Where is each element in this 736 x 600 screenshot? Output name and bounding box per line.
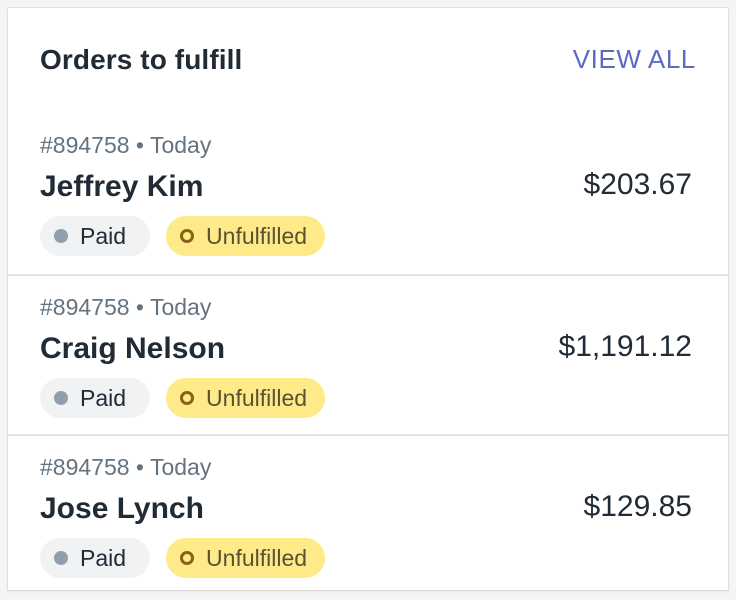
fulfillment-status-label: Unfulfilled bbox=[206, 222, 308, 249]
payment-status-label: Paid bbox=[80, 222, 127, 249]
customer-name[interactable]: Jeffrey Kim bbox=[40, 170, 203, 204]
customer-name[interactable]: Craig Nelson bbox=[40, 332, 225, 366]
status-badges: Paid Unfulfilled bbox=[40, 538, 326, 578]
status-badges: Paid Unfulfilled bbox=[40, 216, 326, 256]
status-dot-icon bbox=[54, 391, 68, 405]
order-row[interactable]: #894758 • Today Jeffrey Kim $203.67 Paid… bbox=[8, 114, 728, 274]
fulfillment-status-badge: Unfulfilled bbox=[166, 538, 326, 578]
status-dot-icon bbox=[54, 229, 68, 243]
order-meta: #894758 • Today bbox=[40, 132, 212, 158]
status-dot-icon bbox=[54, 551, 68, 565]
fulfillment-status-badge: Unfulfilled bbox=[166, 378, 326, 418]
order-row[interactable]: #894758 • Today Jose Lynch $129.85 Paid … bbox=[8, 434, 728, 594]
fulfillment-status-label: Unfulfilled bbox=[206, 384, 308, 411]
order-meta: #894758 • Today bbox=[40, 294, 212, 320]
status-badges: Paid Unfulfilled bbox=[40, 378, 326, 418]
incomplete-circle-icon bbox=[180, 391, 195, 405]
payment-status-badge: Paid bbox=[40, 216, 151, 256]
payment-status-badge: Paid bbox=[40, 378, 151, 418]
card-header: Orders to fulfill VIEW ALL bbox=[8, 8, 728, 114]
card-title: Orders to fulfill bbox=[40, 44, 243, 75]
payment-status-badge: Paid bbox=[40, 538, 151, 578]
view-all-link[interactable]: VIEW ALL bbox=[573, 44, 696, 75]
order-amount: $203.67 bbox=[583, 168, 692, 201]
orders-to-fulfill-card: Orders to fulfill VIEW ALL #894758 • Tod… bbox=[8, 8, 728, 590]
payment-status-label: Paid bbox=[80, 544, 127, 571]
order-amount: $129.85 bbox=[583, 490, 692, 523]
incomplete-circle-icon bbox=[180, 551, 195, 565]
fulfillment-status-label: Unfulfilled bbox=[206, 544, 308, 571]
order-meta: #894758 • Today bbox=[40, 454, 212, 480]
fulfillment-status-badge: Unfulfilled bbox=[166, 216, 326, 256]
customer-name[interactable]: Jose Lynch bbox=[40, 492, 204, 526]
incomplete-circle-icon bbox=[180, 229, 195, 243]
order-amount: $1,191.12 bbox=[558, 330, 692, 363]
payment-status-label: Paid bbox=[80, 384, 127, 411]
order-row[interactable]: #894758 • Today Craig Nelson $1,191.12 P… bbox=[8, 274, 728, 434]
